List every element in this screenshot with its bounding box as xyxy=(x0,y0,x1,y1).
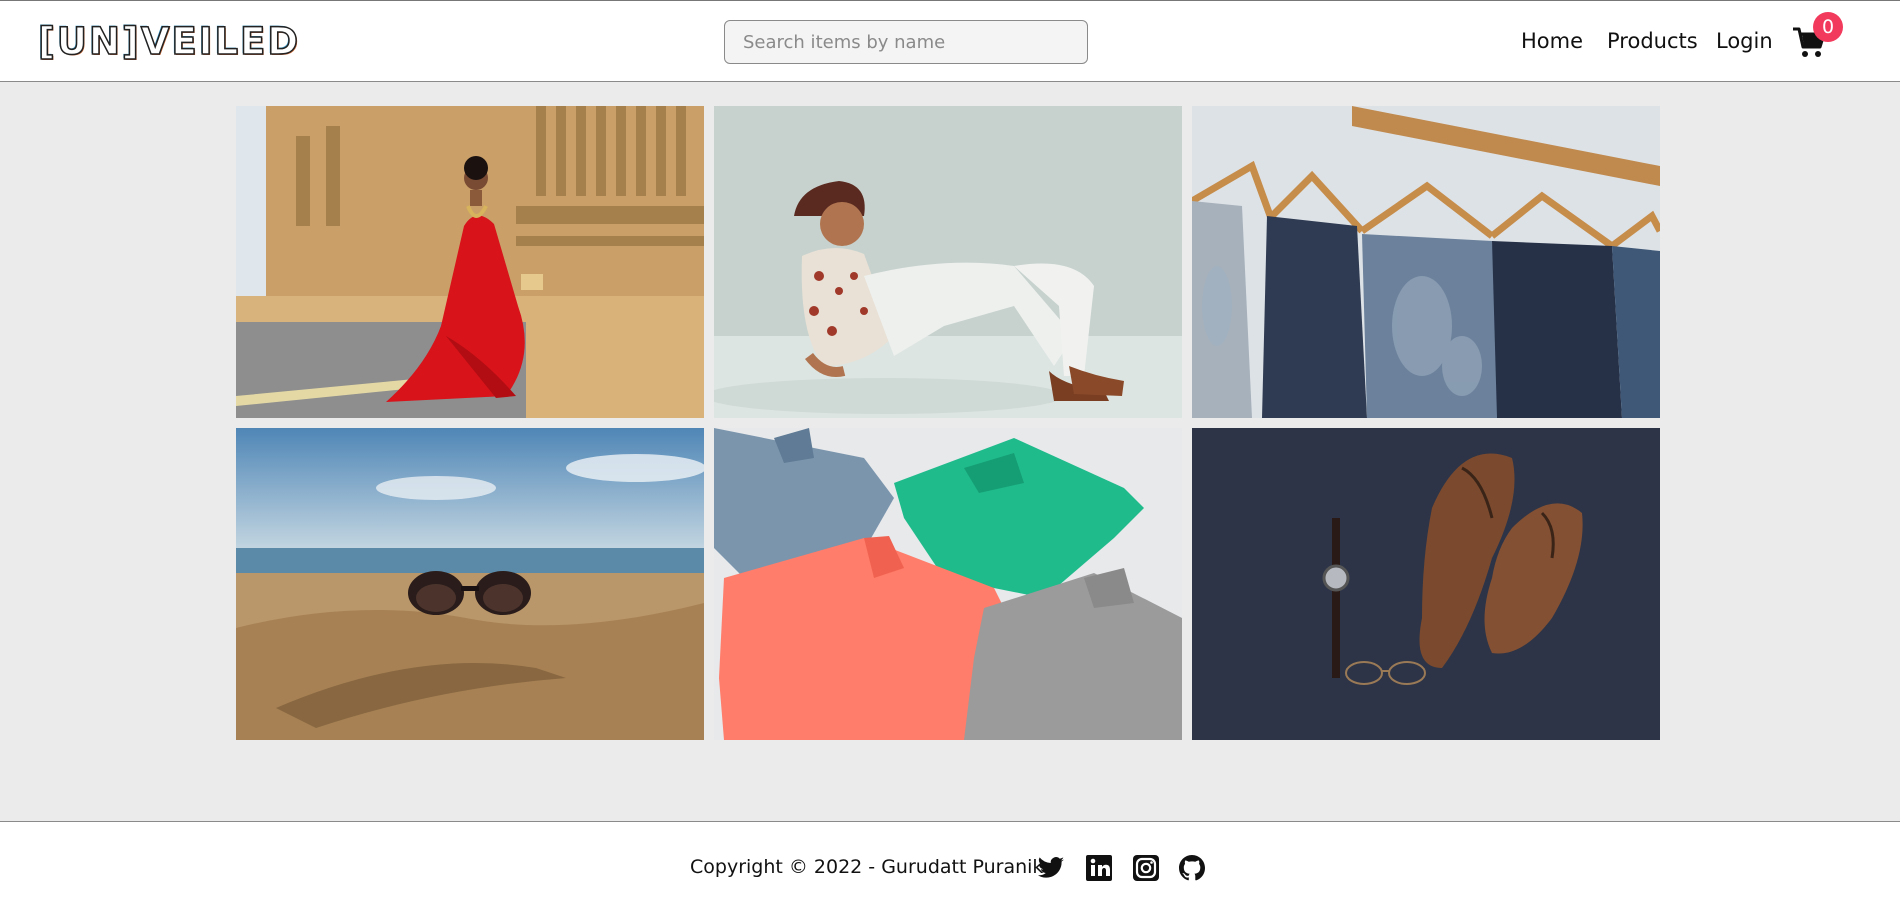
twitter-icon[interactable] xyxy=(1036,853,1066,883)
linkedin-icon[interactable] xyxy=(1084,853,1114,883)
saree-temple-photo[interactable] xyxy=(236,106,704,418)
github-icon[interactable] xyxy=(1177,853,1207,883)
product-gallery xyxy=(236,106,1661,740)
sherwani-man-photo[interactable] xyxy=(714,106,1182,418)
cart-count-badge: 0 xyxy=(1813,12,1843,42)
jeans-rack-photo[interactable] xyxy=(1192,106,1660,418)
nav-login-link[interactable]: Login xyxy=(1716,29,1773,53)
instagram-icon[interactable] xyxy=(1131,853,1161,883)
nav-products-link[interactable]: Products xyxy=(1607,29,1698,53)
shoes-watch-photo[interactable] xyxy=(1192,428,1660,740)
search-input[interactable] xyxy=(724,20,1088,64)
nav-home-link[interactable]: Home xyxy=(1521,29,1583,53)
polo-shirts-photo[interactable] xyxy=(714,428,1182,740)
site-footer: Copyright © 2022 - Gurudatt Puranik xyxy=(0,821,1900,914)
sunglasses-sand-photo[interactable] xyxy=(236,428,704,740)
site-header: [UN]VEILED Home Products Login 0 xyxy=(0,0,1900,82)
copyright-text: Copyright © 2022 - Gurudatt Puranik xyxy=(690,856,1044,878)
brand-logo[interactable]: [UN]VEILED xyxy=(37,19,300,65)
